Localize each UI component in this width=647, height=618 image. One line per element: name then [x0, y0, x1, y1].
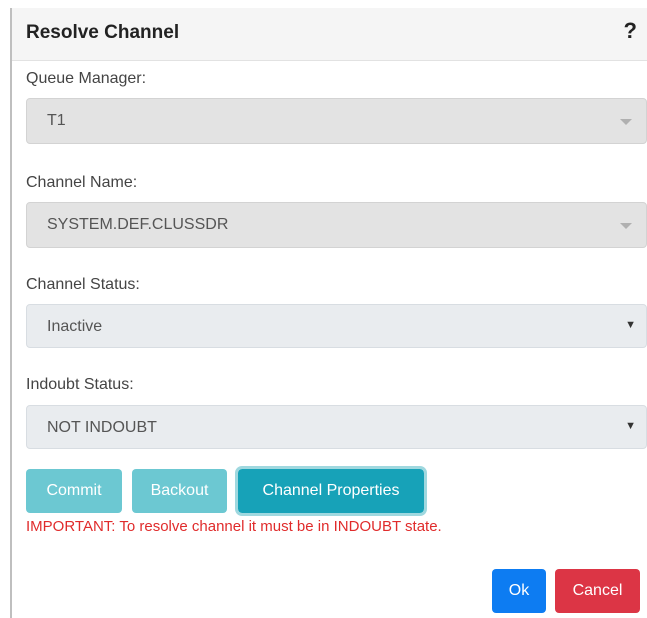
dialog-title: Resolve Channel: [26, 22, 180, 43]
channel-name-select[interactable]: SYSTEM.DEF.CLUSSDR: [26, 202, 647, 248]
chevron-down-icon: [620, 119, 632, 125]
important-message: IMPORTANT: To resolve channel it must be…: [26, 518, 442, 535]
channel-name-label: Channel Name:: [26, 174, 138, 191]
backout-button[interactable]: Backout: [132, 469, 227, 513]
ok-button[interactable]: Ok: [492, 569, 546, 613]
indoubt-status-value: NOT INDOUBT: [47, 419, 157, 436]
commit-button[interactable]: Commit: [26, 469, 122, 513]
chevron-down-icon: ▼: [625, 420, 636, 432]
dialog-header: Resolve Channel ?: [12, 8, 647, 61]
help-icon[interactable]: ?: [624, 18, 637, 44]
indoubt-status-select[interactable]: NOT INDOUBT ▼: [26, 405, 647, 449]
queue-manager-label: Queue Manager:: [26, 70, 147, 87]
channel-status-value: Inactive: [47, 318, 103, 335]
indoubt-status-label: Indoubt Status:: [26, 376, 134, 393]
dialog-left-border: [10, 8, 12, 618]
chevron-down-icon: [620, 223, 632, 229]
queue-manager-select[interactable]: T1: [26, 98, 647, 144]
channel-status-label: Channel Status:: [26, 276, 140, 293]
queue-manager-value: T1: [47, 112, 66, 129]
channel-name-value: SYSTEM.DEF.CLUSSDR: [47, 216, 229, 233]
cancel-button[interactable]: Cancel: [555, 569, 640, 613]
channel-status-select[interactable]: Inactive ▼: [26, 304, 647, 348]
channel-properties-button[interactable]: Channel Properties: [235, 466, 427, 516]
chevron-down-icon: ▼: [625, 319, 636, 331]
